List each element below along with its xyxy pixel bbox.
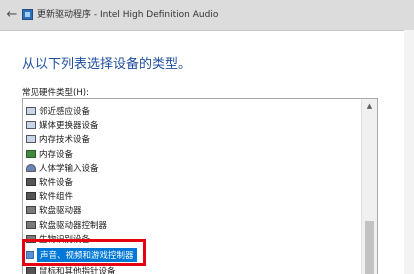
- list-item-selected[interactable]: 声音、视频和游戏控制器: [26, 246, 362, 264]
- page-heading: 从以下列表选择设备的类型。: [22, 57, 192, 72]
- list-item[interactable]: 媒体更换器设备: [26, 118, 362, 132]
- list-item[interactable]: 鼠标和其他指针设备: [26, 264, 362, 274]
- hid-icon: [26, 163, 36, 172]
- list-item[interactable]: 生物识别设备: [26, 232, 362, 246]
- memory-tech-icon: [26, 135, 36, 144]
- hardware-types-listbox[interactable]: 邻近感应设备 媒体更换器设备 内存技术设备 内存设备人体学输入设备 软件设备软件组件软盘…: [22, 98, 378, 274]
- list-item-label: 内存设备: [39, 149, 74, 160]
- list-item[interactable]: 人体学输入设备: [26, 161, 362, 175]
- hardware-types-list: 邻近感应设备 媒体更换器设备 内存技术设备 内存设备人体学输入设备 软件设备软件组件软盘…: [26, 104, 362, 274]
- list-item[interactable]: 软件设备: [26, 175, 362, 189]
- list-item[interactable]: 软盘驱动器控制器: [26, 218, 362, 232]
- list-item[interactable]: 软件组件: [26, 189, 362, 203]
- list-item-label: 软件组件: [39, 192, 74, 203]
- vertical-scrollbar[interactable]: ▲: [361, 99, 377, 274]
- arrow-left-icon[interactable]: ←: [4, 8, 20, 22]
- software-component-icon: [26, 192, 36, 201]
- mouse-icon: [26, 266, 36, 274]
- list-item-label: 鼠标和其他指针设备: [39, 266, 116, 274]
- speaker-icon: [26, 250, 34, 259]
- window-title: 更新驱动程序 - Intel High Definition Audio: [37, 10, 219, 20]
- list-item-label: 声音、视频和游戏控制器: [37, 247, 137, 262]
- media-changer-icon: [26, 121, 36, 130]
- list-item[interactable]: 内存设备: [26, 147, 362, 161]
- software-device-icon: [26, 178, 36, 187]
- list-item[interactable]: 软盘驱动器: [26, 203, 362, 217]
- list-item-label: 人体学输入设备: [39, 163, 99, 174]
- list-item-label: 软件设备: [39, 178, 74, 189]
- window-edge: [404, 30, 414, 274]
- memory-icon: [26, 149, 36, 158]
- floppy-drive-icon: [26, 206, 36, 215]
- list-item-label: 内存技术设备: [39, 135, 91, 146]
- biometric-icon: [26, 234, 36, 243]
- list-item-label: 邻近感应设备: [39, 107, 91, 118]
- list-item-label: 媒体更换器设备: [39, 121, 99, 132]
- title-bar: ← 更新驱动程序 - Intel High Definition Audio: [0, 0, 414, 31]
- list-item[interactable]: 内存技术设备: [26, 132, 362, 146]
- scroll-up-icon[interactable]: ▲: [362, 99, 377, 113]
- list-item[interactable]: 邻近感应设备: [26, 104, 362, 118]
- list-item-label: 软盘驱动器控制器: [39, 220, 108, 231]
- device-manager-icon: [22, 9, 33, 20]
- proximity-icon: [26, 107, 36, 116]
- list-item-label: 软盘驱动器: [39, 206, 82, 217]
- scroll-thumb[interactable]: [365, 221, 374, 274]
- floppy-controller-icon: [26, 220, 36, 229]
- list-item-label: 生物识别设备: [39, 234, 91, 245]
